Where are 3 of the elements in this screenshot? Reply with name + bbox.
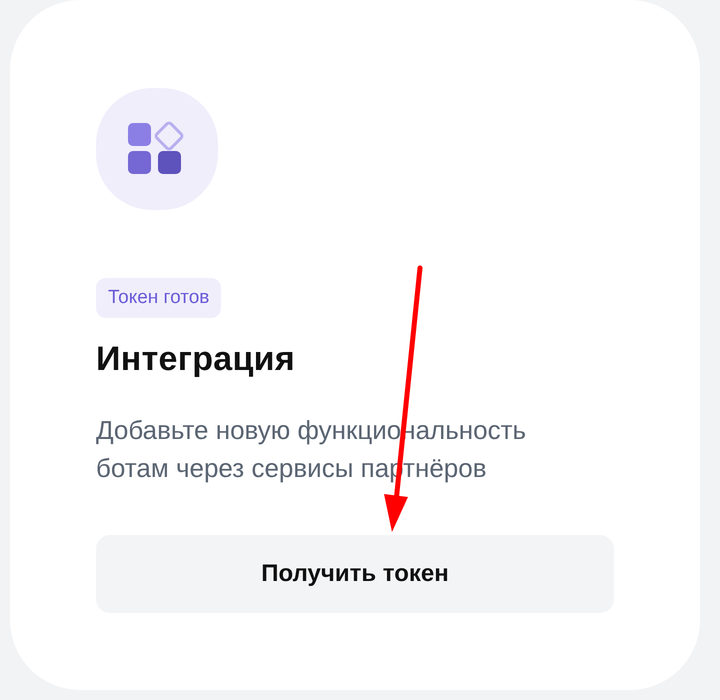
card-title: Интеграция bbox=[96, 340, 296, 379]
status-badge: Токен готов bbox=[96, 278, 222, 318]
get-token-button[interactable]: Получить токен bbox=[96, 535, 614, 613]
